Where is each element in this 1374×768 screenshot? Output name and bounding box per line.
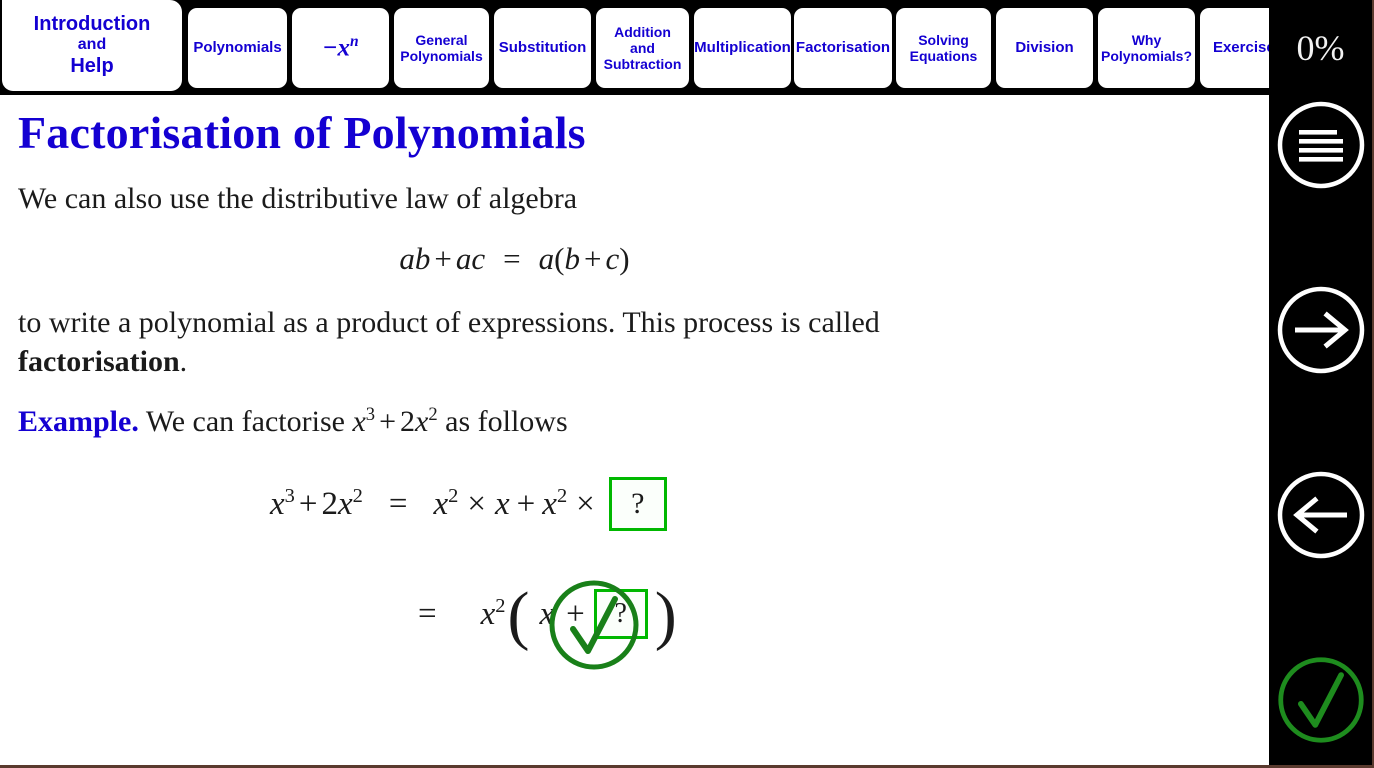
right-sidebar: 0% — [1269, 0, 1372, 765]
tab-label-introduction-and-help-line-2: and — [77, 36, 107, 54]
tab-introduction-and-help[interactable]: Introduction and Help — [2, 0, 182, 91]
tab-label-addition-and-subtraction-line-3: Subtraction — [603, 56, 682, 73]
equation-lhs-c: c — [471, 240, 486, 276]
line2-close-paren: ) — [654, 578, 677, 652]
tab-label-solving-equations-line-2: Equations — [909, 48, 978, 64]
paragraph-definition-period: . — [179, 345, 188, 379]
line1-equals: = — [388, 485, 408, 522]
line1-rhs-x-squared-2: x2 — [542, 485, 568, 523]
tab-solving-equations[interactable]: Solving Equations — [896, 8, 991, 88]
lesson-app-window: Introduction and Help Polynomials −xn General… — [0, 0, 1374, 768]
distributive-law-equation: ab + ac = a(b + c) — [18, 241, 1251, 277]
check-answer-button[interactable] — [1270, 650, 1371, 750]
tab-label-substitution: Substitution — [498, 39, 587, 57]
check-circle-icon — [549, 580, 639, 670]
hamburger-menu-icon — [1277, 101, 1364, 189]
paragraph-intro: We can also use the distributive law of … — [18, 182, 578, 216]
arrow-right-icon — [1277, 286, 1364, 374]
progress-percent-label: 0% — [1296, 27, 1345, 68]
tab-polynomials[interactable]: Polynomials — [188, 8, 287, 88]
equation-lhs-b: b — [414, 240, 431, 276]
worked-example-block: x3 + 2 x2 = x2 × x + x2 × ? = x2 ( x + ? … — [18, 467, 1251, 697]
tab-label-addition-and-subtraction-line-1: Addition — [614, 23, 671, 40]
equation-plus-2: + — [583, 240, 602, 276]
example-expression-x2: x2 — [415, 404, 438, 439]
lesson-content-area: Factorisation of Polynomials We can also… — [0, 95, 1271, 765]
tab-substitution[interactable]: Substitution — [494, 8, 591, 88]
tab-general-polynomials[interactable]: General Polynomials — [394, 8, 489, 88]
term-factorisation: factorisation — [18, 345, 180, 379]
previous-page-button[interactable] — [1270, 465, 1371, 565]
example-expression-plus: + — [379, 405, 396, 439]
line1-times-2: × — [576, 485, 595, 522]
tab-label-negative-x-power-n: −xn — [322, 33, 359, 62]
equation-open-paren: ( — [554, 240, 565, 276]
equation-lhs-a: a — [399, 240, 415, 276]
example-text-after: as follows — [437, 405, 568, 439]
example-text-before: We can factorise — [145, 405, 353, 439]
line1-plus: + — [298, 485, 318, 522]
tab-label-division: Division — [1015, 39, 1074, 57]
tab-factorisation[interactable]: Factorisation — [794, 8, 892, 88]
example-expression-x1: x3 — [352, 404, 376, 439]
equation-rhs-a: a — [538, 240, 555, 276]
equation-equals: = — [503, 240, 521, 276]
tab-negative-x-power-n[interactable]: −xn — [292, 8, 389, 88]
answer-input-box-1[interactable]: ? — [608, 477, 667, 532]
line1-times-1: × — [467, 485, 486, 522]
tab-label-solving-equations-line-1: Solving — [918, 31, 969, 48]
tab-label-introduction-and-help-line-1: Introduction — [33, 13, 151, 36]
inline-check-answer-button[interactable] — [546, 577, 642, 673]
example-expression-coef: 2 — [400, 405, 415, 439]
tab-division[interactable]: Division — [996, 8, 1093, 88]
line1-rhs-x: x — [495, 485, 510, 522]
line1-coefficient: 2 — [321, 485, 339, 522]
tab-label-multiplication: Multiplication — [694, 39, 791, 57]
line1-rhs-x-squared-1: x2 — [433, 485, 459, 523]
equation-plus-1: + — [434, 240, 452, 276]
arrow-left-icon — [1277, 471, 1364, 559]
menu-button[interactable] — [1270, 95, 1371, 195]
line2-common-factor: x2 — [480, 595, 506, 633]
line1-x-cubed: x3 — [270, 485, 295, 523]
line2-open-paren: ( — [507, 578, 530, 652]
worked-equation-line-1: x3 + 2 x2 = x2 × x + x2 × ? — [270, 477, 672, 532]
next-page-button[interactable] — [1270, 280, 1371, 380]
paragraph-factorisation-definition: to write a polynomial as a product of ex… — [18, 303, 1008, 382]
paragraph-definition-lead: to write a polynomial as a product of ex… — [18, 305, 880, 339]
tab-label-why-polynomials-line-1: Why — [1131, 31, 1162, 48]
example-keyword: Example. — [18, 405, 139, 439]
equation-rhs-b: b — [564, 240, 580, 276]
tab-label-introduction-and-help-line-3: Help — [70, 54, 114, 77]
tab-why-polynomials[interactable]: Why Polynomials? — [1098, 8, 1195, 88]
equation-rhs-c: c — [605, 240, 620, 276]
tab-addition-and-subtraction[interactable]: Addition and Subtraction — [596, 8, 689, 88]
equation-lhs-a2: a — [455, 240, 472, 276]
line1-rhs-plus: + — [516, 485, 536, 522]
line1-x-squared: x2 — [338, 485, 363, 523]
tab-label-factorisation: Factorisation — [795, 39, 891, 57]
example-intro-line: Example. We can factorise x3 +2x2 as foll… — [18, 404, 1251, 439]
lesson-tab-bar: Introduction and Help Polynomials −xn General… — [0, 0, 1372, 95]
page-title: Factorisation of Polynomials — [18, 107, 586, 158]
tab-label-polynomials: Polynomials — [193, 39, 282, 57]
tab-multiplication[interactable]: Multiplication — [694, 8, 791, 88]
tab-label-addition-and-subtraction-line-2: and — [630, 39, 655, 56]
tab-label-why-polynomials-line-2: Polynomials? — [1100, 48, 1193, 64]
check-circle-icon-sidebar — [1277, 657, 1364, 743]
tab-label-general-polynomials-line-2: Polynomials — [400, 48, 483, 64]
line2-equals: = — [418, 595, 437, 632]
equation-close-paren: ) — [619, 240, 630, 276]
tab-label-general-polynomials-line-1: General — [415, 31, 468, 48]
